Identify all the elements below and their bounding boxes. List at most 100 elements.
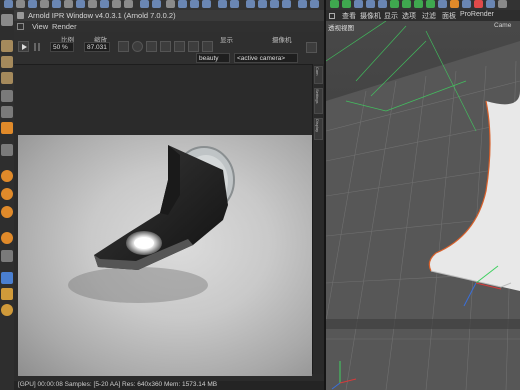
tool-icon[interactable]: [88, 0, 97, 8]
perspective-viewport[interactable]: [326, 21, 520, 390]
tab-cam[interactable]: Cam: [314, 66, 323, 84]
tool-icon[interactable]: [426, 0, 435, 8]
grid-icon[interactable]: [17, 23, 24, 30]
window-title: Arnold IPR Window v4.0.3.1 (Arnold 7.0.0…: [28, 11, 176, 20]
tool-icon[interactable]: [1, 144, 13, 156]
tool-button[interactable]: [160, 41, 171, 52]
tool-icon[interactable]: [498, 0, 507, 8]
cube-icon[interactable]: [1, 90, 13, 102]
tool-icon[interactable]: [230, 0, 239, 8]
menu-panel[interactable]: 面板: [442, 11, 456, 21]
grid-icon[interactable]: [1, 288, 13, 300]
s-icon[interactable]: [1, 170, 13, 182]
tool-icon[interactable]: [140, 0, 149, 8]
ratio-field[interactable]: 50 %: [50, 42, 74, 52]
tool-icon[interactable]: [450, 0, 459, 8]
tool-icon[interactable]: [124, 0, 133, 8]
tool-icon[interactable]: [246, 0, 255, 8]
display-select[interactable]: beauty: [196, 53, 230, 63]
tool-icon[interactable]: [100, 0, 109, 8]
tab-cam-label: Cam: [315, 67, 320, 76]
tool-icon[interactable]: [218, 0, 227, 8]
magnet-icon[interactable]: [1, 232, 13, 244]
tool-button[interactable]: [202, 41, 213, 52]
tool-icon[interactable]: [462, 0, 471, 8]
pause-icon[interactable]: [38, 43, 40, 51]
tool-button[interactable]: [188, 41, 199, 52]
tool-icon[interactable]: [1, 304, 13, 316]
tab-settings[interactable]: Settings: [314, 88, 323, 114]
tool-icon[interactable]: [166, 0, 175, 8]
viewport-toolbar: [326, 0, 520, 10]
cube-orange-icon[interactable]: [1, 122, 13, 134]
tool-icon[interactable]: [366, 0, 375, 8]
tool-icon[interactable]: [40, 0, 49, 8]
menu-prorender[interactable]: ProRender: [460, 11, 494, 18]
tool-button[interactable]: [118, 41, 129, 52]
tool-button[interactable]: [174, 41, 185, 52]
tool-icon[interactable]: [310, 0, 319, 8]
checker-icon[interactable]: [1, 56, 13, 68]
tool-icon[interactable]: [64, 0, 73, 8]
render-play-button[interactable]: [18, 41, 29, 52]
tool-icon[interactable]: [402, 0, 411, 8]
s-icon[interactable]: [1, 206, 13, 218]
tool-icon[interactable]: [298, 0, 307, 8]
render-preview[interactable]: [18, 135, 312, 376]
ipr-title-bar: Arnold IPR Window v4.0.3.1 (Arnold 7.0.0…: [14, 10, 324, 21]
window-icon: [17, 12, 24, 19]
camera-select[interactable]: <active camera>: [234, 53, 298, 63]
tool-icon[interactable]: [390, 0, 399, 8]
viewport-label: 透视视图: [328, 25, 354, 32]
tool-icon[interactable]: [258, 0, 267, 8]
tool-icon[interactable]: [76, 0, 85, 8]
tool-icon[interactable]: [112, 0, 121, 8]
tool-icon[interactable]: [1, 14, 13, 26]
display-label: 显示: [220, 37, 233, 44]
menu-render[interactable]: Render: [52, 22, 77, 31]
tool-icon[interactable]: [414, 0, 423, 8]
menu-icon[interactable]: [329, 13, 335, 19]
menu-options[interactable]: 选项: [402, 11, 416, 21]
pause-icon[interactable]: [34, 43, 36, 51]
tool-icon[interactable]: [354, 0, 363, 8]
tool-button[interactable]: [146, 41, 157, 52]
tool-icon[interactable]: [330, 0, 339, 8]
menu-display[interactable]: 显示: [384, 11, 398, 21]
tool-icon[interactable]: [342, 0, 351, 8]
menu-camera[interactable]: 摄像机: [360, 11, 381, 21]
scale-icon[interactable]: [52, 0, 61, 8]
menu-filter[interactable]: 过滤: [422, 11, 436, 21]
ipr-toolbar: 比例 50 % 缩放 87.031 显示 beauty 摄像机 <active …: [14, 32, 324, 65]
tool-icon[interactable]: [16, 0, 25, 8]
ipr-status-bar: [GPU] 00:00:08 Samples: [5-20 AA] Res: 6…: [14, 381, 324, 390]
move-icon[interactable]: [4, 0, 13, 8]
tool-icon[interactable]: [378, 0, 387, 8]
tool-icon[interactable]: [282, 0, 291, 8]
tool-icon[interactable]: [178, 0, 187, 8]
rotate-icon[interactable]: [28, 0, 37, 8]
tool-icon[interactable]: [1, 250, 13, 262]
tool-icon[interactable]: [202, 0, 211, 8]
grid-icon[interactable]: [1, 272, 13, 284]
cube-icon[interactable]: [1, 106, 13, 118]
tool-icon[interactable]: [270, 0, 279, 8]
tool-icon[interactable]: [190, 0, 199, 8]
viewport-panel: 查看 摄像机 显示 选项 过滤 面板 ProRender 透视视图 Came: [326, 0, 520, 390]
tool-icon[interactable]: [474, 0, 483, 8]
left-tool-column: [0, 10, 15, 390]
tool-icon[interactable]: [438, 0, 447, 8]
status-text: [GPU] 00:00:08 Samples: [5-20 AA] Res: 6…: [18, 381, 218, 388]
menu-view[interactable]: View: [32, 22, 48, 31]
tab-display[interactable]: Display: [314, 118, 323, 140]
s-icon[interactable]: [1, 188, 13, 200]
zoom-field[interactable]: 87.031: [84, 42, 110, 52]
tool-icon[interactable]: [486, 0, 495, 8]
menu-view[interactable]: 查看: [342, 11, 356, 21]
tool-icon[interactable]: [152, 0, 161, 8]
arnold-ipr-window: Arnold IPR Window v4.0.3.1 (Arnold 7.0.0…: [14, 10, 325, 390]
checker-icon[interactable]: [1, 72, 13, 84]
circle-icon[interactable]: [132, 41, 143, 52]
camera-icon[interactable]: [306, 42, 317, 53]
checker-icon[interactable]: [1, 40, 13, 52]
